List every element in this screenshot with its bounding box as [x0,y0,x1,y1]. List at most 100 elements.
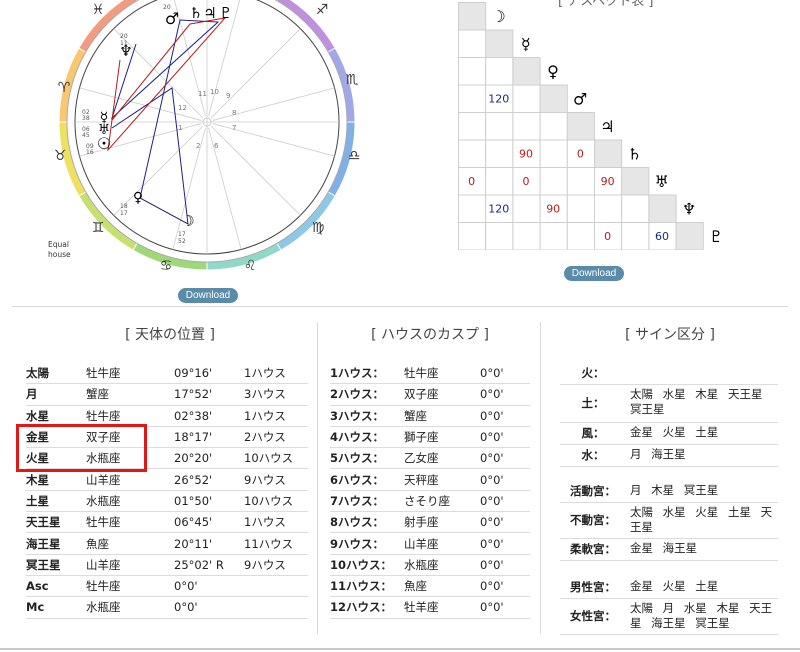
planet-degree: 26°52' [174,468,244,491]
planet-row: Mc 水瓶座 0°0' [26,596,308,619]
sign-division-value: 金星 火星 土星 [630,425,719,439]
planet-degree: 18°17' [174,426,244,449]
highlight-box [16,424,147,472]
sign-division-value: 金星 火星 土星 [630,579,719,593]
aspect-grid: ☽ ☿ ♀ ♂ ♃ ♄ ♅ ♆ ♇ 120 90 0 0 0 90 120 90 0 60 [458,2,723,250]
planet-house: 1ハウス [244,511,308,534]
sign-division-label: 女性宮： [570,609,616,623]
sign-division-label: 男性宮： [570,580,616,594]
planet-sign: 牡牛座 [86,511,174,534]
aspect-planet-glyph: ♅ [655,172,669,191]
svg-text:7: 7 [232,124,236,132]
svg-text:9: 9 [226,92,230,100]
house-sign: 蟹座 [404,405,480,427]
aspect-value: 60 [655,230,669,243]
sign-division-label: 不動宮： [570,513,616,527]
sign-division-value: 太陽 水星 火星 土星 天王星 [630,505,773,534]
house-name: 5ハウス： [330,447,404,470]
planet-house: 9ハウス [244,554,308,576]
planet-row: 海王星 魚座 20°11' 11ハウス [26,532,308,555]
aspect-download-button[interactable]: Download [564,266,624,281]
house-row: 5ハウス： 乙女座 0°0' [330,447,530,470]
planet-house: 10ハウス [244,447,308,470]
pluto-icon: ♇ [219,4,232,22]
planet-degree: 02°38' [174,405,244,427]
sign-division-row: 柔軟宮： 金星 海王星 [560,538,778,561]
planet-name: 冥王星 [26,554,86,576]
aspect-value: 90 [519,147,533,160]
gemini-icon: ♊ [92,220,105,236]
planet-house: 1ハウス [244,363,308,385]
aspect-cell [512,84,541,113]
house-degree: 0°0' [480,447,530,470]
sun-icon: ☉ [97,134,111,153]
sagittarius-icon: ♐ [316,2,329,18]
aspect-cell [458,194,487,223]
house-sign: 射手座 [404,511,480,534]
aspect-cell [539,112,568,141]
planet-house: 10ハウス [244,490,308,513]
aspect-planet-cell [485,29,514,58]
aspect-cell [621,222,650,250]
planet-sign: 牡牛座 [86,363,174,385]
house-name: 11ハウス： [330,575,404,598]
aspect-cell [485,222,514,250]
planet-name: 木星 [26,468,86,491]
aspect-cell [512,194,541,223]
aspect-value: 0 [577,147,584,160]
sign-division-row: 火： [560,362,778,385]
planet-row: Asc 牡牛座 0°0' [26,575,308,598]
planet-row: 木星 山羊座 26°52' 9ハウス [26,468,308,491]
house-name: 4ハウス： [330,426,404,449]
chart-download-button[interactable]: Download [178,288,238,303]
page-bottom-border [0,648,800,650]
planet-sign: 蟹座 [86,383,174,406]
house-system-label: Equal [48,240,69,249]
aspect-value: 90 [546,202,560,215]
planet-sign: 水瓶座 [86,490,174,513]
planet-sign: 山羊座 [86,554,174,576]
aspect-planet-cell [512,57,541,86]
house-row: 8ハウス： 射手座 0°0' [330,511,530,534]
house-row: 4ハウス： 獅子座 0°0' [330,426,530,449]
sign-division-value: 月 木星 冥王星 [630,483,719,497]
aspect-planet-cell [594,139,623,168]
aspect-value: 0 [523,175,530,188]
aspect-planet-glyph: ♇ [709,227,723,246]
aspect-planet-glyph: ☿ [521,34,531,53]
leo-icon: ♌ [244,258,257,274]
aspect-cell [485,139,514,168]
aspect-planet-cell [458,2,487,31]
sign-division-label: 活動宮： [570,484,616,498]
aspect-cell [458,57,487,86]
planet-name: Asc [26,575,86,598]
aries-icon: ♈ [58,80,71,96]
aspect-value: 120 [488,202,509,215]
svg-text:20: 20 [120,33,128,40]
planet-row: 冥王星 山羊座 25°02' R 9ハウス [26,554,308,576]
aspect-planet-glyph: ♆ [682,199,696,218]
aspect-planet-cell [621,167,650,196]
house-cusps-title: [ ハウスのカスプ ] [371,327,489,343]
house-degree: 0°0' [480,363,530,385]
aspect-value: 0 [468,175,475,188]
planet-degree: 0°0' [174,575,244,598]
cancer-icon: ♋ [160,258,173,274]
sign-division-label: 土： [581,396,605,410]
planet-sign: 魚座 [86,532,174,555]
house-degree: 0°0' [480,468,530,491]
svg-text:1: 1 [178,124,182,132]
svg-text:17: 17 [120,210,128,217]
column-divider-2 [540,322,541,634]
aspect-cell [458,139,487,168]
mars-icon: ♂ [165,9,179,28]
planet-sign: 山羊座 [86,468,174,491]
sign-division-row: 女性宮： 太陽 月 水星 木星 天王星 海王星 冥王星 [560,598,778,635]
aspect-planet-cell [648,194,677,223]
house-sign: さそり座 [404,490,480,513]
planet-house [244,596,308,619]
aspect-planet-cell [566,112,596,141]
planet-degree: 06°45' [174,511,244,534]
planet-name: Mc [26,596,86,619]
aspect-cell [458,84,487,113]
